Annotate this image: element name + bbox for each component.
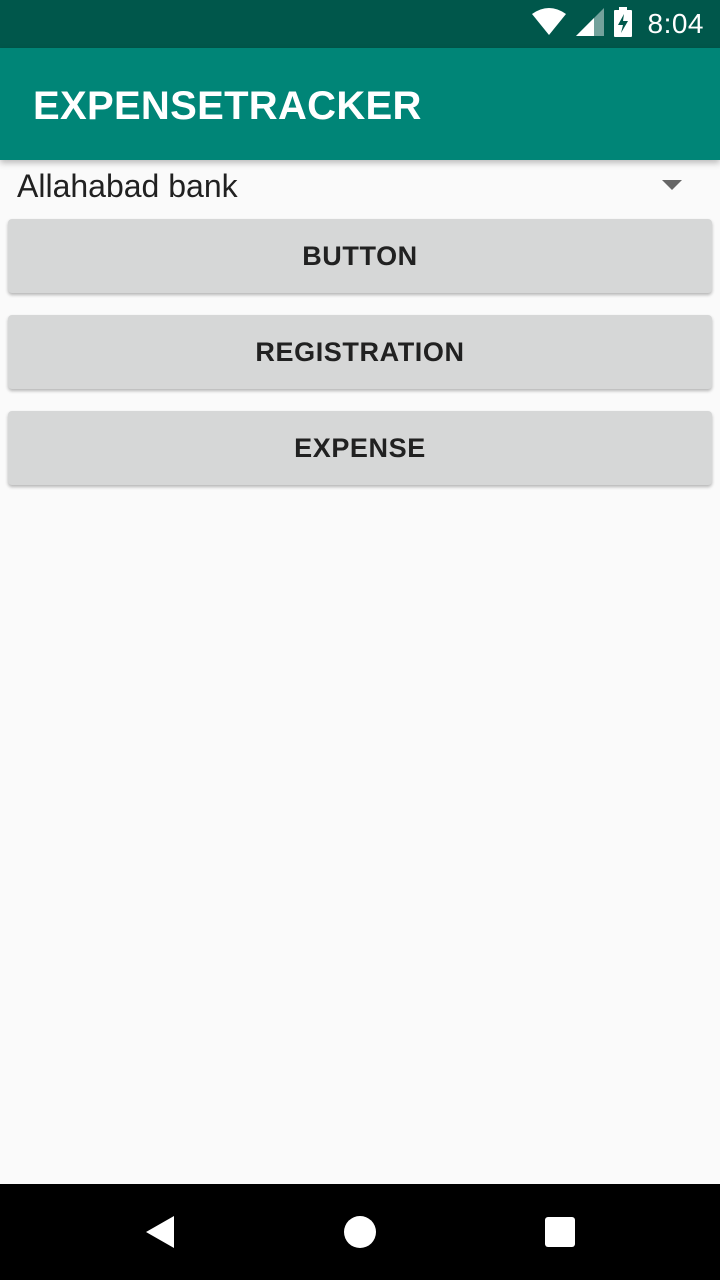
recents-icon[interactable]: [545, 1217, 575, 1247]
cell-signal-icon: [575, 7, 604, 41]
wifi-icon: [531, 7, 566, 41]
bank-spinner[interactable]: Allahabad bank: [0, 160, 720, 212]
spinner-selected-value: Allahabad bank: [17, 168, 238, 204]
battery-charging-icon: [613, 6, 632, 42]
app-bar: EXPENSETRACKER: [0, 48, 720, 160]
expense-button[interactable]: EXPENSE: [8, 411, 712, 485]
home-icon[interactable]: [344, 1216, 376, 1248]
status-bar: 8:04: [0, 0, 720, 48]
navigation-bar: [0, 1184, 720, 1280]
dropdown-arrow-icon: [662, 180, 682, 190]
back-icon[interactable]: [146, 1216, 174, 1248]
app-title: EXPENSETRACKER: [33, 84, 422, 128]
registration-button[interactable]: REGISTRATION: [8, 315, 712, 389]
screen: 8:04 EXPENSETRACKER Allahabad bank BUTTO…: [0, 0, 720, 1280]
status-icons: 8:04: [531, 0, 705, 48]
button-button[interactable]: BUTTON: [8, 219, 712, 293]
status-time: 8:04: [647, 8, 704, 39]
